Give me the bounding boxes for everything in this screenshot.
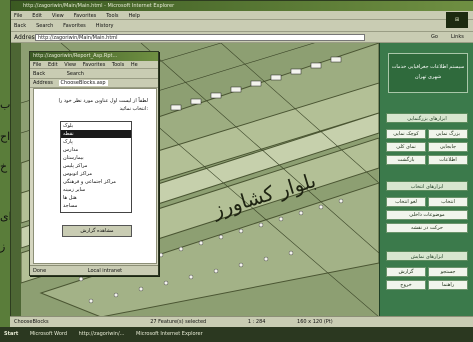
menu-view[interactable]: View	[52, 13, 64, 19]
background-text-3: خ	[0, 160, 8, 173]
section-select-tools: ابزارهای انتخاب	[386, 181, 468, 191]
list-item[interactable]: مراکز اتوبوس	[61, 170, 131, 178]
popup-status-bar: Done Local intranet	[30, 265, 158, 275]
full-extent-button[interactable]: نمای کلی	[386, 142, 426, 152]
toolbar: Back Search Favorites History	[11, 20, 473, 32]
search-tool-button[interactable]: جستجو	[428, 267, 468, 277]
popup-back-button[interactable]: Back	[33, 71, 45, 77]
popup-menu-edit[interactable]: Edit	[48, 62, 58, 68]
popup-instruction: لطفاً از لیست اول عناوین مورد نظر خود را…	[58, 98, 148, 112]
status-selected: 27 Feature(s) selected	[150, 319, 207, 325]
popup-status-zone: Local intranet	[87, 268, 123, 274]
clear-selection-button[interactable]: لغو انتخاب	[386, 197, 426, 207]
popup-title: http://zagoriwin/Report_Asp.Rpt...	[30, 52, 158, 61]
popup-menu-favorites[interactable]: Favorites	[83, 62, 106, 68]
back-extent-button[interactable]: بازگشت	[386, 155, 426, 165]
list-item[interactable]: بیمارستان	[61, 154, 131, 162]
history-button[interactable]: History	[96, 23, 114, 29]
popup-address-bar: Address ChooseBlocks.asp	[30, 79, 158, 88]
help-tool-button[interactable]: راهنما	[428, 280, 468, 290]
view-report-button[interactable]: مشاهده گزارش	[62, 225, 132, 237]
address-input[interactable]: http://zagoriwin/Main/Main.html	[35, 34, 365, 41]
favorites-button[interactable]: Favorites	[63, 23, 86, 29]
list-item[interactable]: پارک	[61, 138, 131, 146]
popup-menu-tools[interactable]: Tools	[112, 62, 124, 68]
menu-help[interactable]: Help	[128, 13, 139, 19]
list-item[interactable]: سایر زمینه	[61, 186, 131, 194]
panel-header: سیستم اطلاعات جغرافیایی خدمات شهری تهران	[388, 53, 468, 93]
taskbar-item[interactable]: Microsoft Word	[30, 331, 67, 337]
status-bar: ChooseBlocks 27 Feature(s) selected 1 : …	[10, 316, 473, 327]
background-text-2: اح	[0, 130, 11, 143]
status-left: ChooseBlocks	[14, 319, 49, 325]
taskbar-item[interactable]: Microsoft Internet Explorer	[136, 331, 203, 337]
identify-button[interactable]: اطلاعات	[428, 155, 468, 165]
popup-toolbar: Back Search	[30, 69, 158, 79]
section-zoom-tools: ابزارهای بزرگنمایی	[386, 113, 468, 123]
map-navigation-button[interactable]: حرکت در نقشه	[386, 223, 468, 233]
category-listbox[interactable]: بلوک نقطه پارک مدارس بیمارستان مراکز پلی…	[60, 121, 132, 213]
zoom-in-button[interactable]: بزرگ نمایی	[428, 129, 468, 139]
popup-search-button[interactable]: Search	[67, 71, 84, 77]
search-button[interactable]: Search	[36, 23, 53, 29]
go-button[interactable]: Go	[431, 32, 438, 42]
menu-favorites[interactable]: Favorites	[74, 13, 97, 19]
popup-content: لطفاً از لیست اول عناوین مورد نظر خود را…	[33, 88, 157, 264]
taskbar-item[interactable]: http://zagoriwin/...	[79, 331, 125, 337]
select-button[interactable]: انتخاب	[428, 197, 468, 207]
tools-panel: سیستم اطلاعات جغرافیایی خدمات شهری تهران…	[379, 43, 473, 317]
popup-menu-help[interactable]: He	[131, 62, 138, 68]
background-text-5: ز	[0, 240, 6, 253]
list-item[interactable]: هتل ها	[61, 194, 131, 202]
address-bar: Address http://zagoriwin/Main/Main.html …	[11, 32, 473, 43]
menu-tools[interactable]: Tools	[106, 13, 118, 19]
zoom-out-button[interactable]: کوچک نمایی	[386, 129, 426, 139]
menu-bar: File Edit View Favorites Tools Help	[11, 11, 473, 20]
popup-menu-view[interactable]: View	[64, 62, 76, 68]
list-item[interactable]: مدارس	[61, 146, 131, 154]
popup-menu-bar: File Edit View Favorites Tools He	[30, 61, 158, 69]
windows-logo-icon: ⊞	[446, 12, 468, 28]
popup-menu-file[interactable]: File	[33, 62, 41, 68]
window-title: http://zagoriwin/Main/Main.html - Micros…	[11, 1, 473, 11]
links-button[interactable]: Links	[451, 32, 464, 42]
status-coords: 160 x 120 (Pt)	[297, 319, 333, 325]
taskbar: Start Microsoft Word http://zagoriwin/..…	[0, 327, 473, 342]
list-item[interactable]: مساجد	[61, 202, 131, 210]
browser-window: http://zagoriwin/Main/Main.html - Micros…	[10, 0, 473, 342]
status-scale: 1 : 284	[247, 319, 266, 325]
menu-file[interactable]: File	[14, 13, 22, 19]
list-item-selected[interactable]: نقطه	[61, 130, 131, 138]
popup-status-done: Done	[33, 268, 47, 274]
pan-button[interactable]: جابجایی	[428, 142, 468, 152]
popup-address-input[interactable]: ChooseBlocks.asp	[58, 80, 108, 86]
list-item[interactable]: مراکز پلیس	[61, 162, 131, 170]
start-button[interactable]: Start	[4, 331, 18, 337]
back-button[interactable]: Back	[14, 23, 26, 29]
report-popup-window[interactable]: http://zagoriwin/Report_Asp.Rpt... File …	[29, 51, 159, 276]
internal-topics-button[interactable]: موضوعات داخلی	[386, 210, 468, 220]
background-text-1: ب	[0, 98, 11, 111]
popup-address-label: Address	[33, 80, 53, 86]
exit-tool-button[interactable]: خروج	[386, 280, 426, 290]
list-item[interactable]: بلوک	[61, 122, 131, 130]
menu-edit[interactable]: Edit	[32, 13, 42, 19]
report-tool-button[interactable]: گزارش	[386, 267, 426, 277]
list-item[interactable]: مراکز اجتماعی و فرهنگی	[61, 178, 131, 186]
section-display-tools: ابزارهای نمایش	[386, 251, 468, 261]
